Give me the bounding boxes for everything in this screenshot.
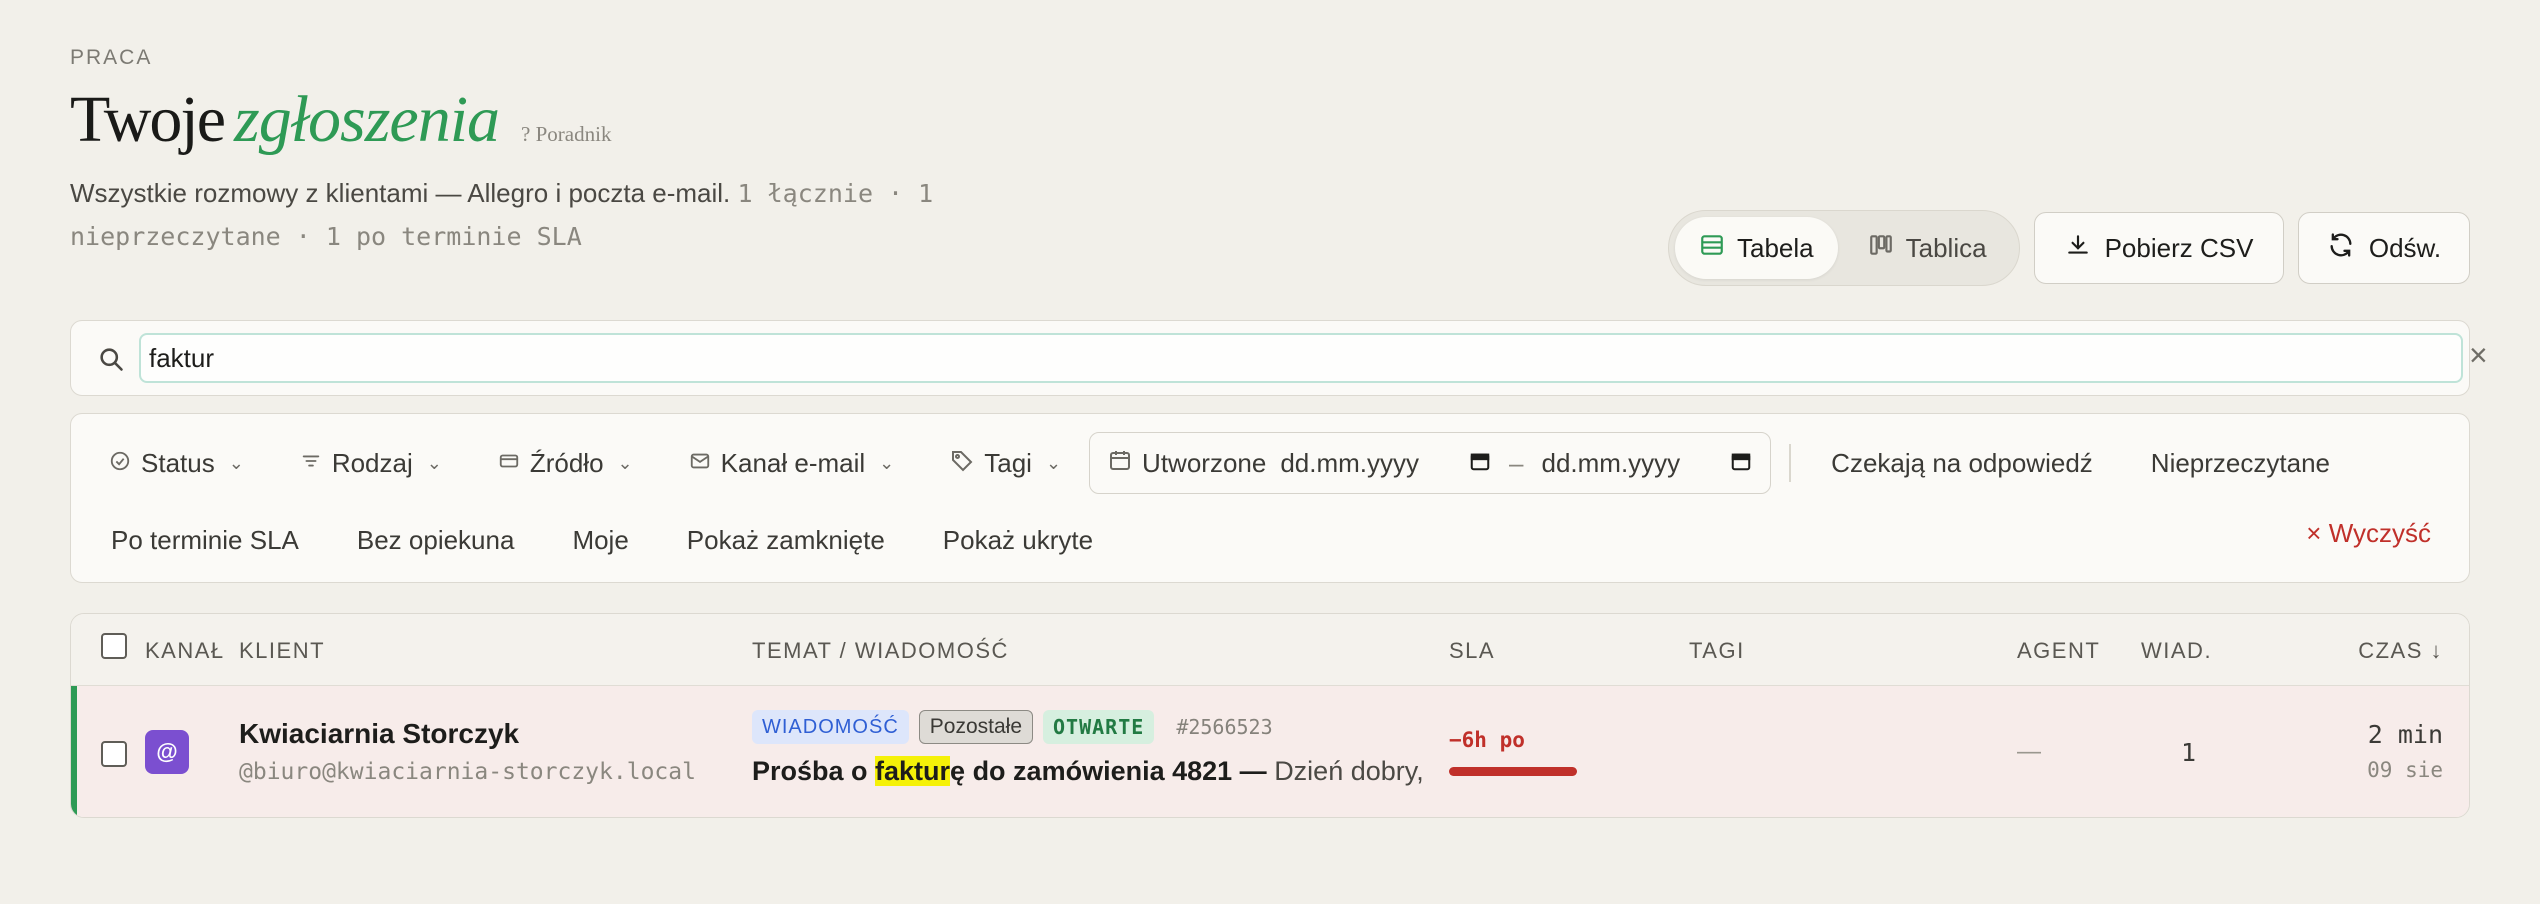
- table-icon: [1699, 232, 1725, 265]
- show-closed-filter[interactable]: Pokaż zamknięte: [687, 525, 885, 556]
- date-from-input[interactable]: dd.mm.yyyy: [1280, 448, 1419, 479]
- search-bar: faktur ×: [70, 320, 2488, 396]
- eyebrow: PRACA: [70, 46, 153, 69]
- unread-filter[interactable]: Nieprzeczytane: [2151, 448, 2330, 479]
- unassigned-filter[interactable]: Bez opiekuna: [357, 525, 515, 556]
- table-header: KANAŁ KLIENT TEMAT / WIADOMOŚĆ SLA TAGI …: [71, 614, 2469, 686]
- search-input[interactable]: faktur: [139, 333, 2463, 383]
- sla-progress-bar: [1449, 767, 1577, 776]
- message-preview: Dzień dobry, ...: [1274, 756, 1432, 786]
- col-time[interactable]: CZAS ↓: [2358, 638, 2443, 664]
- search-clear-icon[interactable]: ×: [2469, 337, 2488, 374]
- time-ago: 2 min: [2367, 720, 2443, 749]
- col-channel[interactable]: KANAŁ: [145, 638, 225, 664]
- clear-filters-button[interactable]: × Wyczyść: [2306, 518, 2431, 549]
- col-tags[interactable]: TAGI: [1689, 638, 1745, 664]
- kind-filter-label: Rodzaj: [331, 447, 413, 478]
- calendar-picker-icon[interactable]: [1730, 448, 1752, 479]
- view-switch: Tabela Tablica: [1668, 210, 2020, 286]
- tags-filter-label: Tagi: [984, 447, 1032, 478]
- col-client[interactable]: KLIENT: [239, 638, 325, 664]
- download-csv-label: Pobierz CSV: [2104, 232, 2254, 263]
- chevron-down-icon: ⌄: [617, 452, 633, 473]
- ticket-date: 09 sie: [2367, 758, 2443, 782]
- chevron-down-icon: ⌄: [1045, 452, 1062, 473]
- search-highlight: faktur: [875, 756, 951, 786]
- col-subject[interactable]: TEMAT / WIADOMOŚĆ: [752, 638, 1009, 664]
- subtitle-text: Wszystkie rozmowy z klientami — Allegro …: [70, 178, 731, 208]
- tickets-table: KANAŁ KLIENT TEMAT / WIADOMOŚĆ SLA TAGI …: [70, 613, 2470, 818]
- email-channel-icon: @: [145, 730, 189, 774]
- view-board-label: Tablica: [1905, 232, 1987, 263]
- sla-status: −6h po: [1449, 728, 1525, 752]
- page-title: Twoje zgłoszenia ? Poradnik: [70, 82, 611, 158]
- kind-filter[interactable]: Rodzaj ⌄: [300, 448, 442, 479]
- ticket-badges: WIADOMOŚĆ Pozostałe OTWARTE #2566523: [752, 710, 1273, 744]
- date-separator: –: [1509, 447, 1524, 478]
- filter-row-2: Po terminie SLA Bez opiekuna Moje Pokaż …: [111, 516, 1151, 564]
- view-table-button[interactable]: Tabela: [1675, 217, 1838, 279]
- category-badge: Pozostałe: [918, 710, 1034, 744]
- col-sla[interactable]: SLA: [1449, 638, 1495, 664]
- table-row[interactable]: @ Kwiaciarnia Storczyk @biuro@kwiaciarni…: [71, 686, 2469, 817]
- awaiting-reply-filter[interactable]: Czekają na odpowiedź: [1831, 448, 2093, 479]
- search-icon: [97, 345, 125, 378]
- row-checkbox[interactable]: [101, 741, 127, 767]
- title-part-1: Twoje: [70, 83, 226, 156]
- created-label: Utworzone: [1142, 447, 1267, 478]
- refresh-icon: [2327, 231, 2355, 266]
- view-board-button[interactable]: Tablica: [1844, 217, 2011, 279]
- calendar-picker-icon[interactable]: [1469, 448, 1491, 479]
- divider: [1789, 444, 1792, 482]
- created-date-range: Utworzone dd.mm.yyyy – dd.mm.yyyy: [1089, 432, 1772, 494]
- filter-panel: Status ⌄ Rodzaj ⌄ Źródło ⌄ Kanał e-mail …: [70, 413, 2470, 583]
- status-badge: OTWARTE: [1043, 710, 1155, 744]
- status-filter[interactable]: Status ⌄: [109, 448, 244, 479]
- mine-filter[interactable]: Moje: [572, 525, 628, 556]
- date-to-input[interactable]: dd.mm.yyyy: [1541, 448, 1680, 479]
- download-icon: [2065, 232, 2091, 265]
- calendar-icon: [1108, 448, 1132, 479]
- email-channel-filter-label: Kanał e-mail: [720, 447, 866, 478]
- agent-value: —: [2017, 738, 2041, 765]
- guide-link[interactable]: ? Poradnik: [521, 122, 611, 147]
- page-subtitle: Wszystkie rozmowy z klientami — Allegro …: [70, 172, 1030, 258]
- tag-icon: [950, 448, 974, 479]
- col-messages[interactable]: WIAD.: [2141, 638, 2212, 664]
- ticket-subject: Prośba o fakturę do zamówienia 4821 — Dz…: [752, 756, 1432, 787]
- select-all-checkbox[interactable]: [101, 633, 127, 659]
- chevron-down-icon: ⌄: [426, 452, 442, 473]
- subject-before: Prośba o: [752, 756, 876, 786]
- filter-lines-icon: [300, 448, 322, 479]
- chevron-down-icon: ⌄: [228, 452, 244, 473]
- filter-row-1: Status ⌄ Rodzaj ⌄ Źródło ⌄ Kanał e-mail …: [109, 432, 2388, 494]
- chevron-down-icon: ⌄: [879, 452, 895, 473]
- unread-indicator: [71, 686, 77, 817]
- refresh-label: Odśw.: [2368, 232, 2442, 263]
- source-filter[interactable]: Źródło ⌄: [498, 448, 633, 479]
- status-icon: [109, 448, 131, 479]
- email-channel-filter[interactable]: Kanał e-mail ⌄: [689, 447, 895, 479]
- type-badge: WIADOMOŚĆ: [752, 710, 909, 744]
- sla-overdue-filter[interactable]: Po terminie SLA: [111, 525, 299, 556]
- message-count: 1: [2181, 738, 2197, 767]
- subject-after: ę do zamówienia 4821 —: [950, 756, 1267, 786]
- download-csv-button[interactable]: Pobierz CSV: [2034, 212, 2284, 284]
- view-table-label: Tabela: [1737, 232, 1814, 263]
- client-name: Kwiaciarnia Storczyk: [239, 718, 520, 749]
- title-part-2: zgłoszenia: [234, 83, 500, 156]
- card-icon: [498, 448, 520, 479]
- col-agent[interactable]: AGENT: [2017, 638, 2100, 664]
- refresh-button[interactable]: Odśw.: [2298, 212, 2470, 284]
- source-filter-label: Źródło: [529, 447, 604, 478]
- client-email: @biuro@kwiaciarnia-storczyk.local: [239, 759, 696, 785]
- tags-filter[interactable]: Tagi ⌄: [950, 448, 1061, 479]
- show-hidden-filter[interactable]: Pokaż ukryte: [943, 525, 1093, 556]
- status-filter-label: Status: [141, 447, 215, 478]
- ticket-id: #2566523: [1176, 715, 1273, 739]
- board-icon: [1868, 232, 1894, 265]
- mail-icon: [689, 448, 711, 479]
